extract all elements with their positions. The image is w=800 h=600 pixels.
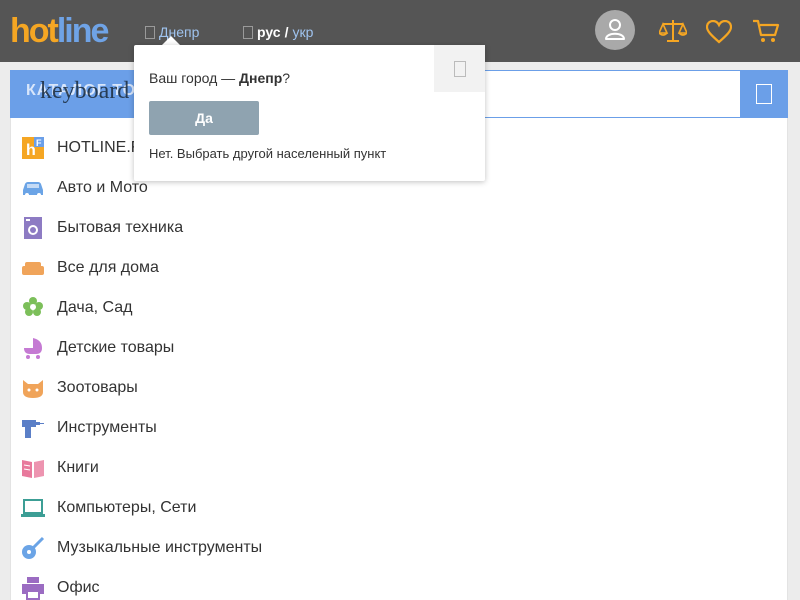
category-item[interactable]: Музыкальные инструменты [21,528,262,568]
city-question-suffix: ? [282,70,291,86]
category-label: Компьютеры, Сети [57,499,197,516]
flower-icon [21,296,45,320]
category-label: Музыкальные инструменты [57,539,263,556]
location-icon [145,25,155,39]
language-switcher: рус / укр [243,24,313,40]
category-label: Бытовая техника [57,219,184,236]
category-item[interactable]: Детские товары [21,328,174,368]
search-button[interactable] [740,70,788,118]
scales-icon[interactable] [657,18,689,49]
category-item[interactable]: h F HOTLINE.F [21,128,141,168]
hotline-finance-icon: hF [21,136,45,160]
category-label: Книги [57,459,99,476]
sofa-icon [21,256,45,280]
hotline-logo[interactable]: hotline [10,12,110,50]
category-label: Инструменты [57,419,157,436]
heart-icon[interactable] [705,19,733,49]
category-item[interactable]: Все для дома [21,248,159,288]
cat-icon [21,376,45,400]
category-label: Детские товары [57,339,175,356]
keyboard-overlay-text: keyboard [40,78,130,104]
printer-icon [21,576,45,600]
confirm-city-button[interactable]: Да [149,101,259,135]
globe-icon [243,25,253,39]
city-question-city: Днепр [239,70,283,86]
popup-close-button[interactable] [434,45,485,92]
category-item[interactable]: Книги [21,448,99,488]
popup-arrow [162,36,180,45]
category-label: Авто и Мото [57,179,148,196]
catalog-button[interactable]: КАТАЛОГ ТОВАРОВ keyboard [10,70,197,118]
user-icon[interactable] [595,10,635,50]
laptop-icon [21,496,45,520]
category-item[interactable]: Дача, Сад [21,288,132,328]
logo-hot: hot [10,12,59,50]
drill-icon [21,416,45,440]
svg-text:F: F [36,138,42,148]
lang-ru-link[interactable]: рус [257,24,281,40]
category-item[interactable]: Офис [21,568,100,600]
close-icon [453,60,466,77]
category-item[interactable]: Авто и Мото [21,168,148,208]
choose-other-city-link[interactable]: Нет. Выбрать другой населенный пункт [149,146,386,161]
city-question: Ваш город — Днепр? [149,70,290,86]
category-label: Офис [57,579,100,596]
guitar-icon [21,536,45,560]
city-confirm-popup: Ваш город — Днепр? Да Нет. Выбрать друго… [134,45,485,181]
category-item[interactable]: Компьютеры, Сети [21,488,196,528]
category-label: Зоотовары [57,379,138,396]
city-question-prefix: Ваш город — [149,70,240,86]
category-item[interactable]: Бытовая техника [21,208,183,248]
category-panel: h F HOTLINE.F Авто и Мото Бытовая техника Все… [10,118,788,600]
category-label: Все для дома [57,259,159,276]
stroller-icon [21,336,45,360]
book-icon [21,456,45,480]
category-item[interactable]: Инструменты [21,408,157,448]
car-icon [21,176,45,200]
lang-separator: / [284,24,289,40]
washing-machine-icon [21,216,45,240]
logo-line: line [56,12,110,50]
cart-icon[interactable] [752,18,780,49]
lang-uk-link[interactable]: укр [292,24,313,40]
category-item[interactable]: Зоотовары [21,368,138,408]
category-label: HOTLINE.F [57,139,141,156]
category-label: Дача, Сад [57,299,133,316]
search-icon [756,84,772,104]
